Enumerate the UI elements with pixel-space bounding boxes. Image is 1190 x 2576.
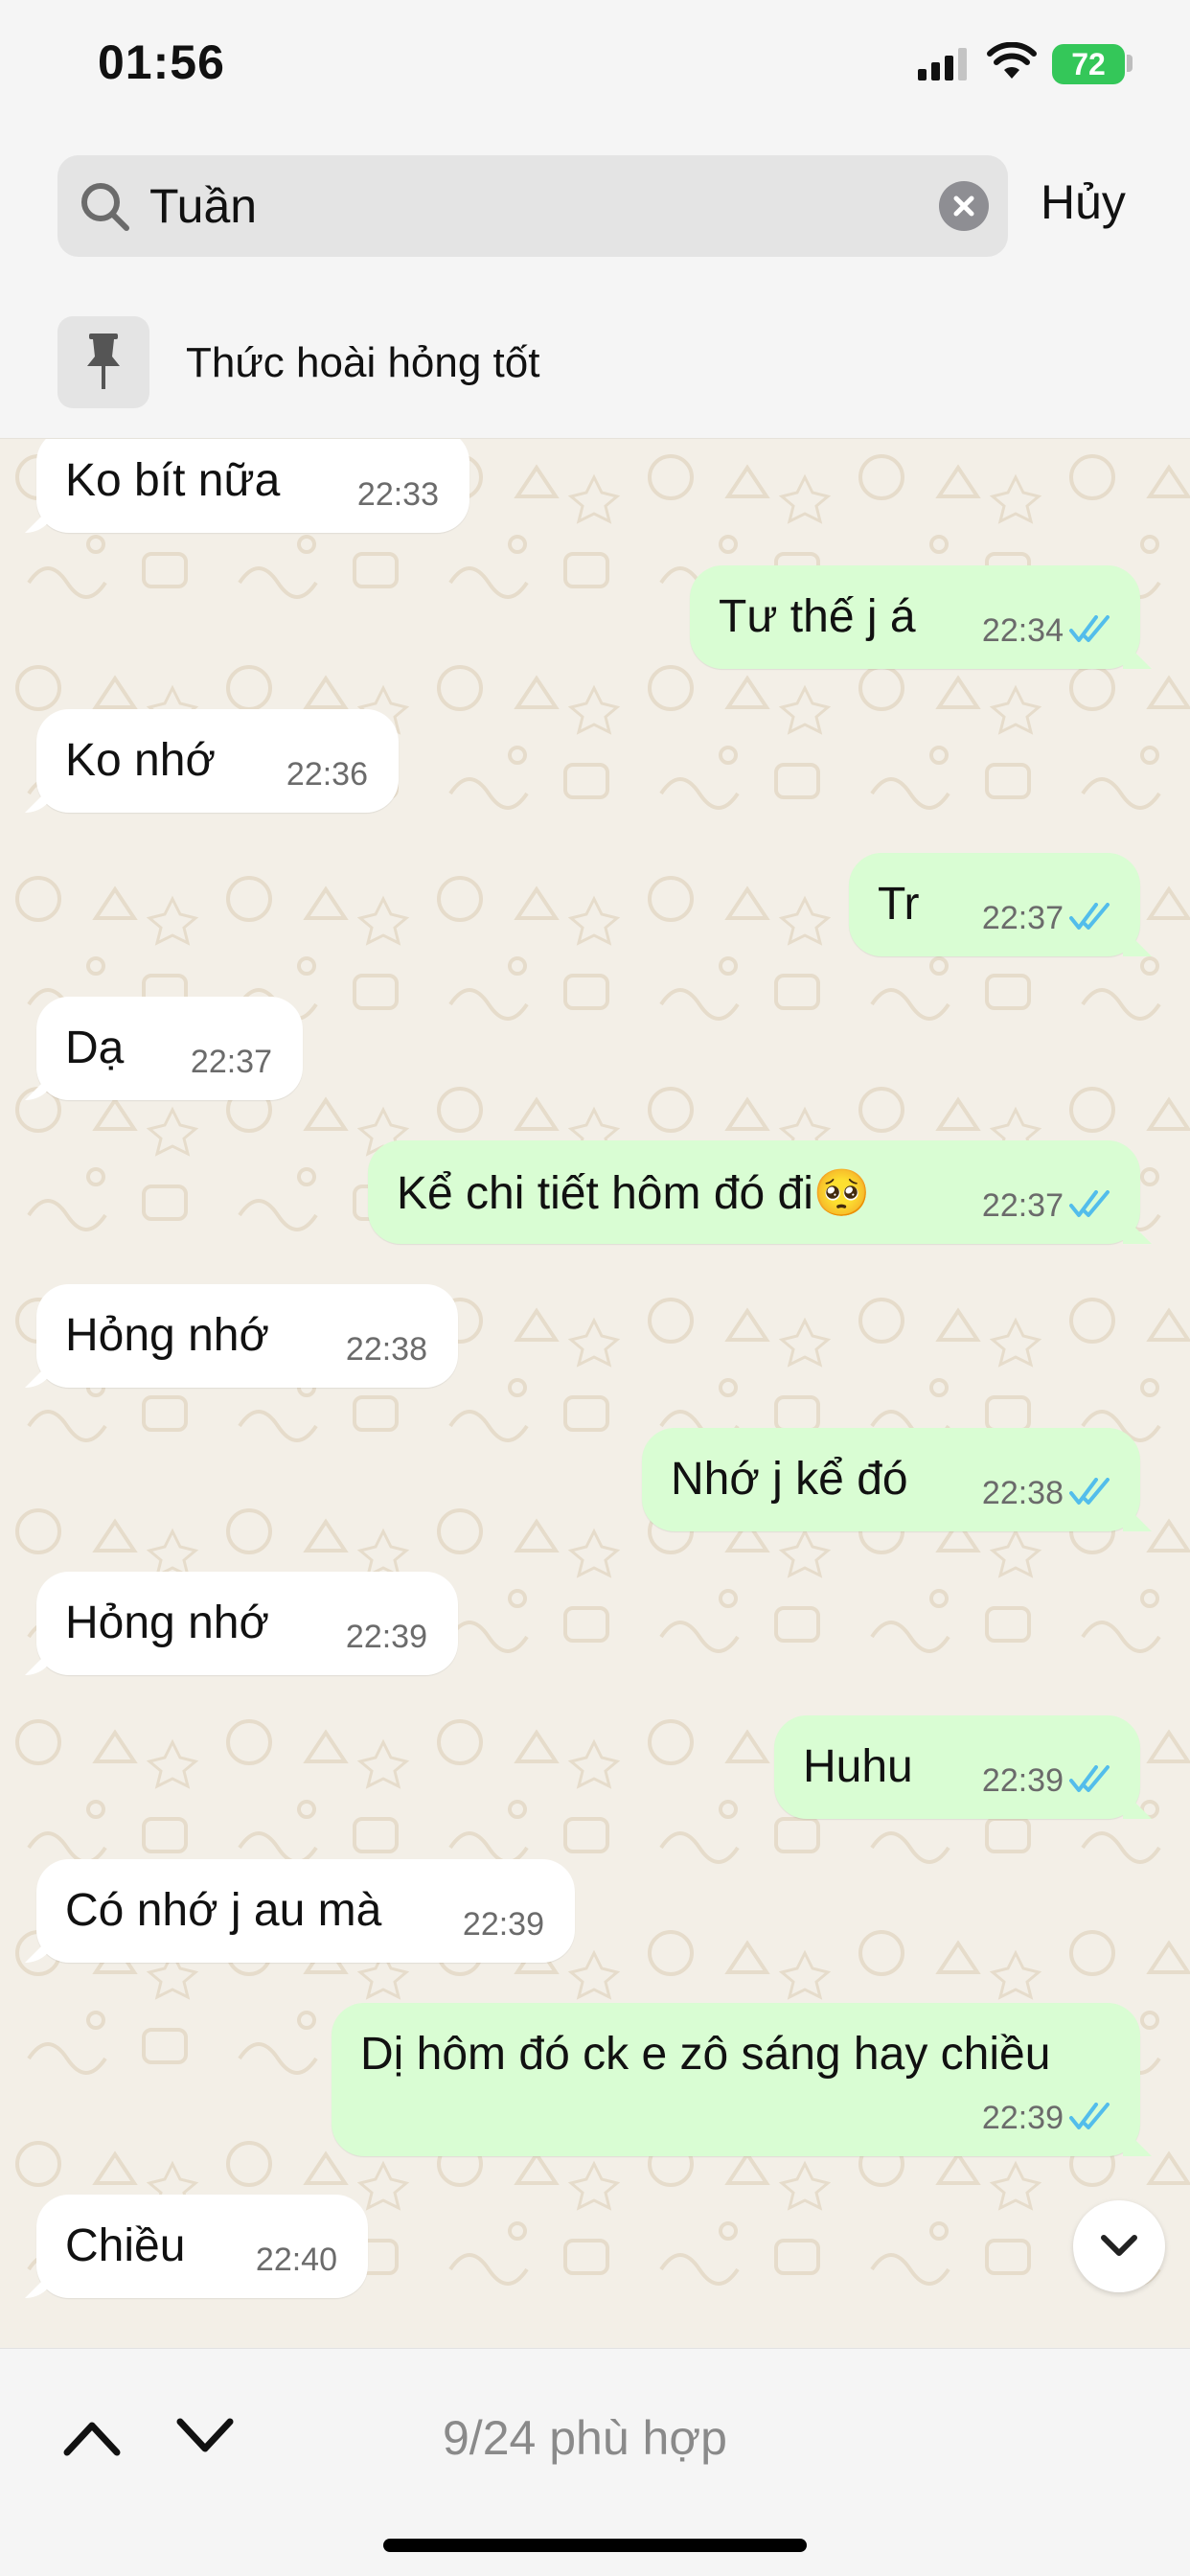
next-match-button[interactable] [174, 2416, 236, 2458]
message-time: 22:37 [190, 1044, 272, 1080]
message-text: Tư thế j á [719, 591, 916, 642]
message-time: 22:37 [981, 900, 1064, 936]
read-receipt-icon [1069, 2103, 1110, 2129]
message-text: Dị hôm đó ck e zô sáng hay chiều [360, 2029, 1051, 2080]
outgoing-message[interactable]: Huhu 22:39 [774, 1715, 1140, 1819]
message-text: Hỏng nhớ [65, 1310, 269, 1361]
message-text: Huhu [803, 1741, 913, 1792]
outgoing-message[interactable]: Nhớ j kể đó 22:38 [642, 1428, 1140, 1531]
message-text: Ko bít nữa [65, 455, 281, 506]
read-receipt-icon [1069, 1190, 1110, 1217]
status-time: 01:56 [98, 35, 225, 89]
search-results-bar: 9/24 phù hợp [0, 2348, 1190, 2576]
incoming-message[interactable]: Ko nhớ 22:36 [36, 709, 399, 813]
incoming-message[interactable]: Hỏng nhớ 22:39 [36, 1572, 458, 1675]
cancel-button[interactable]: Hủy [1041, 174, 1126, 230]
incoming-message[interactable]: Có nhớ j au mà 22:39 [36, 1859, 575, 1963]
message-text: Dạ [65, 1023, 125, 1073]
incoming-message[interactable]: Dạ 22:37 [36, 997, 303, 1100]
message-time: 22:37 [981, 1187, 1064, 1224]
incoming-message[interactable]: Ko bít nữa 22:33 [36, 439, 469, 533]
incoming-message[interactable]: Chiều 22:40 [36, 2195, 368, 2298]
outgoing-message[interactable]: Kể chi tiết hôm đó đi🥺 22:37 [368, 1140, 1140, 1244]
read-receipt-icon [1069, 1765, 1110, 1792]
message-text: Chiều [65, 2220, 186, 2271]
battery-level: 72 [1071, 46, 1106, 81]
wifi-icon [987, 42, 1037, 79]
message-text: Ko nhớ [65, 735, 216, 786]
clear-search-icon[interactable] [939, 181, 989, 231]
outgoing-message[interactable]: Dị hôm đó ck e zô sáng hay chiều 22:39 [332, 2003, 1140, 2156]
cellular-signal-icon [918, 48, 967, 80]
message-time: 22:36 [286, 756, 368, 793]
message-time: 22:38 [981, 1475, 1064, 1511]
search-input[interactable] [149, 174, 973, 238]
chevron-down-icon [1101, 2235, 1137, 2256]
previous-match-button[interactable] [61, 2416, 123, 2458]
message-text: Có nhớ j au mà [65, 1885, 382, 1936]
chat-area[interactable]: Ko bít nữa 22:33 Tư thế j á 22:34 Ko nhớ 22:3… [0, 439, 1190, 2348]
message-time: 22:39 [981, 2100, 1064, 2136]
message-time: 22:34 [981, 612, 1064, 649]
read-receipt-icon [1069, 615, 1110, 642]
search-box[interactable] [57, 155, 1008, 257]
scroll-down-button[interactable] [1073, 2200, 1165, 2292]
message-text: Nhớ j kể đó [671, 1454, 908, 1505]
home-indicator [383, 2539, 807, 2552]
read-receipt-icon [1069, 903, 1110, 930]
pin-icon [57, 316, 149, 408]
search-header: Hủy [0, 134, 1190, 297]
search-icon [81, 183, 129, 231]
battery-tip [1127, 55, 1133, 72]
read-receipt-icon [1069, 1478, 1110, 1505]
outgoing-message[interactable]: Tư thế j á 22:34 [690, 565, 1140, 669]
message-text: Hỏng nhớ [65, 1598, 269, 1648]
incoming-message[interactable]: Hỏng nhớ 22:38 [36, 1284, 458, 1388]
status-bar: 01:56 72 [0, 0, 1190, 134]
match-count: 9/24 phù hợp [443, 2411, 727, 2465]
message-text: Tr [878, 879, 920, 930]
message-time: 22:38 [345, 1331, 427, 1368]
message-time: 22:40 [255, 2242, 337, 2278]
message-time: 22:39 [981, 1762, 1064, 1799]
message-time: 22:33 [356, 476, 439, 513]
message-time: 22:39 [462, 1906, 544, 1943]
message-time: 22:39 [345, 1619, 427, 1655]
message-text: Kể chi tiết hôm đó đi🥺 [397, 1168, 871, 1219]
pinned-message-text: Thức hoài hỏng tốt [186, 339, 540, 386]
pinned-message-bar[interactable]: Thức hoài hỏng tốt [0, 297, 1190, 439]
battery-icon: 72 [1052, 44, 1125, 84]
outgoing-message[interactable]: Tr 22:37 [849, 853, 1140, 956]
